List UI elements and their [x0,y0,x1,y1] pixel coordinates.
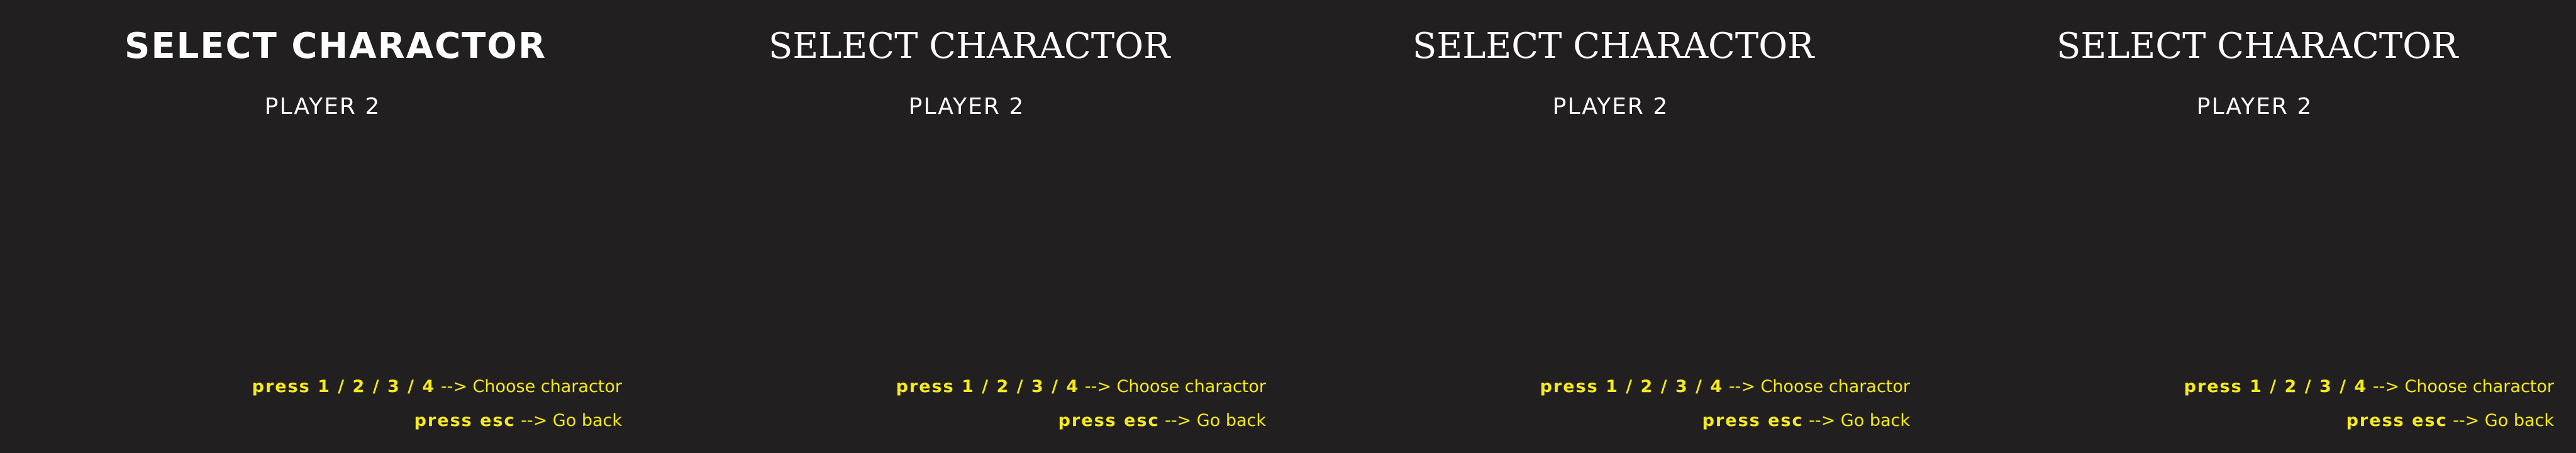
arrow-icon: --> [440,377,467,396]
player-label: PLAYER 2 [2196,94,2313,120]
choose-character-hint: press 1 / 2 / 3 / 4 --> Choose charactor [2184,370,2554,404]
go-back-hint: press esc --> Go back [1540,404,1910,438]
animation-frame-strip: SELECT CHARACTOR PLAYER 2 press 1 / 2 / … [0,0,2576,453]
key-prompt: press esc [1702,411,1804,430]
action-label: Choose charactor [1760,377,1910,396]
controls-hint: press 1 / 2 / 3 / 4 --> Choose charactor… [2184,370,2554,438]
action-label: Go back [1196,411,1266,430]
arrow-icon: --> [521,411,548,430]
action-label: Choose charactor [472,377,622,396]
key-prompt: press 1 / 2 / 3 / 4 [252,377,436,396]
key-prompt: press 1 / 2 / 3 / 4 [896,377,1080,396]
choose-character-hint: press 1 / 2 / 3 / 4 --> Choose charactor [252,370,622,404]
key-prompt: press 1 / 2 / 3 / 4 [2184,377,2368,396]
screen-title: SELECT CHARACTOR [769,26,1170,67]
key-prompt: press 1 / 2 / 3 / 4 [1540,377,1724,396]
arrow-icon: --> [1809,411,1836,430]
action-label: Go back [552,411,622,430]
go-back-hint: press esc --> Go back [252,404,622,438]
action-label: Choose charactor [2404,377,2554,396]
player-label: PLAYER 2 [908,94,1025,120]
key-prompt: press esc [2346,411,2448,430]
player-label: PLAYER 2 [1552,94,1669,120]
arrow-icon: --> [1728,377,1755,396]
arrow-icon: --> [2453,411,2480,430]
key-prompt: press esc [414,411,516,430]
controls-hint: press 1 / 2 / 3 / 4 --> Choose charactor… [1540,370,1910,438]
controls-hint: press 1 / 2 / 3 / 4 --> Choose charactor… [252,370,622,438]
key-prompt: press esc [1058,411,1160,430]
arrow-icon: --> [2372,377,2399,396]
select-screen-frame-2: SELECT CHARACTOR PLAYER 2 press 1 / 2 / … [644,0,1288,453]
go-back-hint: press esc --> Go back [896,404,1266,438]
action-label: Go back [1840,411,1910,430]
arrow-icon: --> [1084,377,1111,396]
select-screen-frame-1: SELECT CHARACTOR PLAYER 2 press 1 / 2 / … [0,0,644,453]
choose-character-hint: press 1 / 2 / 3 / 4 --> Choose charactor [896,370,1266,404]
arrow-icon: --> [1165,411,1192,430]
screen-title: SELECT CHARACTOR [2057,26,2458,67]
choose-character-hint: press 1 / 2 / 3 / 4 --> Choose charactor [1540,370,1910,404]
action-label: Choose charactor [1116,377,1266,396]
player-label: PLAYER 2 [264,94,381,120]
go-back-hint: press esc --> Go back [2184,404,2554,438]
screen-title: SELECT CHARACTOR [1413,26,1814,67]
select-screen-frame-3: SELECT CHARACTOR PLAYER 2 press 1 / 2 / … [1288,0,1932,453]
controls-hint: press 1 / 2 / 3 / 4 --> Choose charactor… [896,370,1266,438]
screen-title: SELECT CHARACTOR [125,26,547,67]
select-screen-frame-4: SELECT CHARACTOR PLAYER 2 press 1 / 2 / … [1932,0,2576,453]
action-label: Go back [2484,411,2554,430]
